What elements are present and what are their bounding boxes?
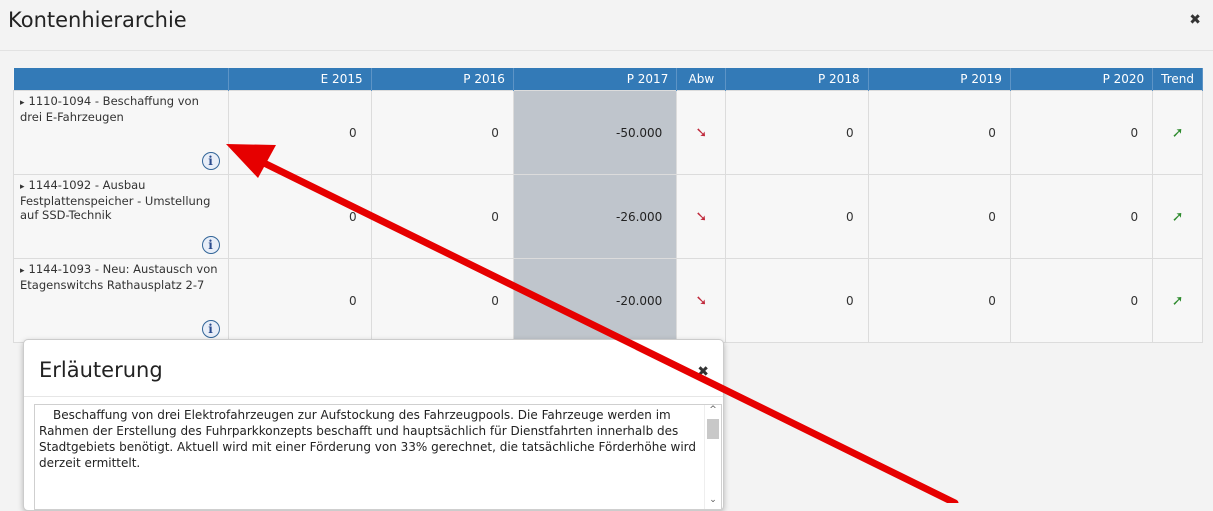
cell-p2016: 0 [370, 258, 514, 343]
column-header-abw[interactable]: Abw [676, 68, 727, 91]
cell-p2019: 0 [867, 90, 1011, 175]
table-row: ▸ 1144-1092 - Ausbau Festplattenspeicher … [13, 174, 1203, 259]
arrow-down-right-icon: ➘ [695, 208, 708, 225]
cell-p2020: 0 [1009, 258, 1154, 343]
row-label-cell[interactable]: ▸ 1144-1092 - Ausbau Festplattenspeicher … [13, 174, 229, 259]
expand-icon[interactable]: ▸ [20, 98, 25, 108]
cell-abw: ➘ [676, 174, 727, 259]
cell-p2017: -50.000 [512, 90, 678, 175]
account-label: 1144-1093 - Neu: Austausch von Etagenswi… [20, 262, 218, 292]
info-icon[interactable]: i [201, 152, 220, 170]
table-row: ▸ 1144-1093 - Neu: Austausch von Etagensw… [13, 258, 1203, 343]
account-label: 1144-1092 - Ausbau Festplattenspeicher -… [20, 178, 211, 222]
scroll-up-icon[interactable]: ^ [705, 405, 721, 417]
cell-p2017: -26.000 [512, 174, 678, 259]
info-icon[interactable]: i [201, 236, 220, 254]
row-label-cell[interactable]: ▸ 1144-1093 - Neu: Austausch von Etagensw… [13, 258, 229, 343]
cell-e2015: 0 [227, 174, 372, 259]
arrow-up-right-icon: ➚ [1171, 208, 1184, 225]
cell-p2016: 0 [370, 90, 514, 175]
dialog-header: Kontenhierarchie ✖ [0, 0, 1213, 51]
cell-p2018: 0 [725, 174, 869, 259]
cell-p2019: 0 [867, 174, 1011, 259]
expand-icon[interactable]: ▸ [20, 182, 25, 192]
column-header-p2018[interactable]: P 2018 [725, 68, 869, 91]
column-header-p2019[interactable]: P 2019 [868, 68, 1011, 91]
column-header-p2016[interactable]: P 2016 [371, 68, 514, 91]
cell-e2015: 0 [227, 90, 372, 175]
account-table: E 2015 P 2016 P 2017 Abw P 2018 P 2019 P… [13, 68, 1203, 343]
cell-p2018: 0 [725, 258, 869, 343]
kontenhierarchie-dialog: Kontenhierarchie ✖ E 2015 P 2016 P 2017 … [0, 0, 1213, 511]
popup-title: Erläuterung [39, 358, 163, 382]
account-label: 1110-1094 - Beschaffung von drei E-Fahrz… [20, 94, 199, 124]
cell-p2017: -20.000 [512, 258, 678, 343]
scroll-thumb[interactable] [707, 419, 719, 439]
column-header-trend[interactable]: Trend [1152, 68, 1203, 91]
info-icon[interactable]: i [201, 320, 220, 338]
cell-trend: ➚ [1152, 90, 1203, 175]
explanation-text: Beschaffung von drei Elektrofahrzeugen z… [39, 408, 697, 470]
cell-trend: ➚ [1152, 258, 1203, 343]
close-icon[interactable]: ✖ [1189, 12, 1201, 28]
cell-p2016: 0 [370, 174, 514, 259]
expand-icon[interactable]: ▸ [20, 266, 25, 276]
cell-trend: ➚ [1152, 174, 1203, 259]
divider [24, 396, 723, 397]
dialog-title: Kontenhierarchie [8, 8, 187, 32]
cell-p2020: 0 [1009, 174, 1154, 259]
vertical-scrollbar[interactable]: ^ ⌄ [704, 405, 721, 509]
row-label-cell[interactable]: ▸ 1110-1094 - Beschaffung von drei E-Fahr… [13, 90, 229, 175]
cell-abw: ➘ [676, 258, 727, 343]
cell-e2015: 0 [227, 258, 372, 343]
column-header-label [13, 68, 229, 91]
explanation-textarea[interactable]: Beschaffung von drei Elektrofahrzeugen z… [34, 404, 722, 510]
table-header-row: E 2015 P 2016 P 2017 Abw P 2018 P 2019 P… [13, 68, 1203, 91]
column-header-p2020[interactable]: P 2020 [1010, 68, 1154, 91]
arrow-up-right-icon: ➚ [1171, 292, 1184, 309]
close-icon[interactable]: ✖ [697, 364, 709, 380]
cell-p2018: 0 [725, 90, 869, 175]
arrow-down-right-icon: ➘ [695, 124, 708, 141]
column-header-p2017[interactable]: P 2017 [513, 68, 678, 91]
table-row: ▸ 1110-1094 - Beschaffung von drei E-Fahr… [13, 90, 1203, 175]
cell-p2020: 0 [1009, 90, 1154, 175]
cell-abw: ➘ [676, 90, 727, 175]
cell-p2019: 0 [867, 258, 1011, 343]
arrow-up-right-icon: ➚ [1171, 124, 1184, 141]
column-header-e2015[interactable]: E 2015 [228, 68, 372, 91]
arrow-down-right-icon: ➘ [695, 292, 708, 309]
scroll-down-icon[interactable]: ⌄ [705, 495, 721, 507]
erlaeuterung-popup: Erläuterung ✖ Beschaffung von drei Elekt… [23, 339, 724, 511]
